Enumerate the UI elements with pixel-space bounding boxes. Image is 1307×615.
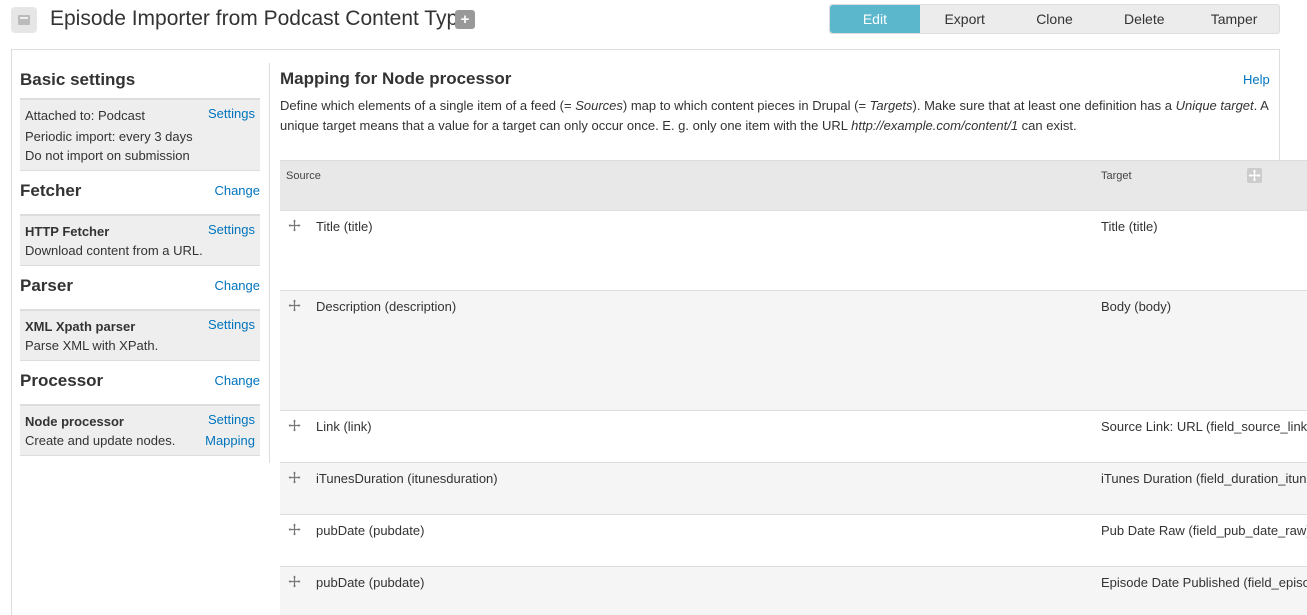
tab-delete[interactable]: Delete: [1099, 5, 1189, 33]
desc-part-2: ) map to which content pieces in Drupal …: [622, 98, 870, 113]
importer-sidebar: Basic settings Settings Attached to: Pod…: [20, 63, 260, 456]
parser-header: Parser Change: [20, 276, 260, 309]
processor-header: Processor Change: [20, 371, 260, 404]
basic-settings-title: Basic settings: [20, 70, 136, 89]
parser-change-link[interactable]: Change: [214, 278, 260, 293]
drag-handle-icon[interactable]: [288, 299, 301, 312]
import-on-submission-text: Do not import on submission: [25, 148, 190, 163]
table-row: Link (link) Source Link: URL (field_sourc…: [280, 411, 1307, 463]
fetcher-title: Fetcher: [20, 181, 82, 200]
tab-clone[interactable]: Clone: [1010, 5, 1100, 33]
processor-change-link[interactable]: Change: [214, 373, 260, 388]
desc-part-1: Define which elements of a single item o…: [280, 98, 576, 113]
source-cell: pubDate (pubdate): [316, 575, 425, 590]
desc-targets: Targets: [869, 98, 913, 113]
fetcher-box: Settings HTTP Fetcher Download content f…: [20, 214, 260, 266]
periodic-import-text: Periodic import: every 3 days: [25, 129, 193, 144]
source-cell: pubDate (pubdate): [316, 523, 425, 538]
table-header: Source Target: [280, 160, 1307, 211]
processor-mapping-link[interactable]: Mapping: [205, 433, 255, 448]
desc-example-url: http://example.com/content/1: [851, 117, 1019, 133]
source-cell: Title (title): [316, 219, 373, 234]
operation-tabs: Edit Export Clone Delete Tamper: [829, 4, 1280, 34]
fetcher-header: Fetcher Change: [20, 181, 260, 214]
desc-sources: Sources: [575, 98, 623, 113]
target-cell: iTunes Duration (field_duration_itunes): [1101, 471, 1307, 486]
target-column-header: Target: [1101, 170, 1132, 182]
source-column-header: Source: [286, 170, 321, 182]
table-body: Title (title) Title (title) Description (d…: [280, 211, 1307, 615]
tab-edit[interactable]: Edit: [830, 5, 920, 33]
source-cell: Link (link): [316, 419, 372, 434]
table-row: pubDate (pubdate) Pub Date Raw (field_pub…: [280, 515, 1307, 567]
page-title: Episode Importer from Podcast Content Ty…: [50, 7, 470, 30]
drag-handle-icon[interactable]: [288, 523, 301, 536]
basic-settings-header: Basic settings: [20, 63, 260, 98]
fetcher-settings-link[interactable]: Settings: [208, 222, 255, 237]
tab-export[interactable]: Export: [920, 5, 1010, 33]
drag-handle-icon[interactable]: [288, 575, 301, 588]
processor-settings-link[interactable]: Settings: [208, 412, 255, 427]
source-cell: iTunesDuration (itunesduration): [316, 471, 498, 486]
source-cell: Description (description): [316, 299, 457, 314]
feeds-importer-icon: [11, 7, 37, 33]
table-row: Description (description) Body (body): [280, 291, 1307, 411]
show-row-weights-icon[interactable]: [1247, 168, 1262, 183]
drag-handle-icon[interactable]: [288, 419, 301, 432]
tab-tamper[interactable]: Tamper: [1189, 5, 1279, 33]
basic-settings-link[interactable]: Settings: [208, 106, 255, 121]
parser-box: Settings XML Xpath parser Parse XML with…: [20, 309, 260, 361]
column-divider: [269, 63, 270, 463]
target-cell: Body (body): [1101, 299, 1172, 314]
mapping-title: Mapping for Node processor: [280, 69, 512, 88]
table-row: pubDate (pubdate) Episode Date Published …: [280, 567, 1307, 615]
basic-settings-box: Settings Attached to: Podcast Periodic i…: [20, 98, 260, 171]
target-cell: Pub Date Raw (field_pub_date_raw): [1101, 523, 1307, 538]
mapping-table: Source Target Title (title) Title (title)…: [280, 160, 1307, 615]
drag-handle-icon[interactable]: [288, 471, 301, 484]
desc-part-5: can exist.: [1018, 117, 1077, 133]
parser-settings-link[interactable]: Settings: [208, 317, 255, 332]
target-cell: Episode Date Published (field_episode_da…: [1101, 575, 1307, 590]
table-row: Title (title) Title (title): [280, 211, 1307, 291]
desc-unique-target: Unique target: [1175, 98, 1254, 113]
table-row: iTunesDuration (itunesduration) iTunes Du…: [280, 463, 1307, 515]
parser-title: Parser: [20, 276, 73, 295]
processor-title: Processor: [20, 371, 104, 390]
page-header: Episode Importer from Podcast Content Ty…: [0, 0, 1307, 40]
fetcher-description: Download content from a URL.: [25, 243, 203, 258]
parser-description: Parse XML with XPath.: [25, 338, 159, 353]
fetcher-change-link[interactable]: Change: [214, 183, 260, 198]
mapping-description: Define which elements of a single item o…: [280, 96, 1270, 135]
drag-handle-icon[interactable]: [288, 219, 301, 232]
desc-part-3: ). Make sure that at least one definitio…: [912, 98, 1176, 113]
target-cell: Source Link: URL (field_source_link:url): [1101, 419, 1307, 434]
processor-box: Settings Mapping Node processor Create a…: [20, 404, 260, 456]
help-link[interactable]: Help: [1243, 72, 1270, 87]
target-cell: Title (title): [1101, 219, 1158, 234]
add-shortcut-button[interactable]: +: [455, 10, 475, 29]
